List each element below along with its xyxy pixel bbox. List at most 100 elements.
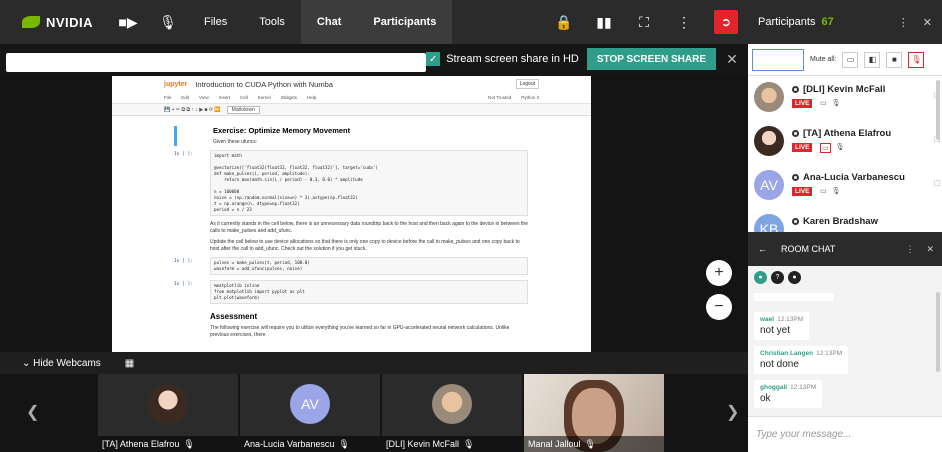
webcam-tile[interactable]: AV Ana-Lucia Varbanescu 🎙 <box>240 374 380 452</box>
participant-search-input[interactable] <box>752 48 804 71</box>
whiteboard-toggle-icon[interactable]: ◧ <box>864 51 881 68</box>
chevron-right-icon[interactable]: ❯ <box>726 402 739 422</box>
more-icon[interactable]: □ <box>935 178 940 188</box>
participants-button[interactable]: Participants <box>357 0 453 44</box>
zoom-out-button[interactable]: − <box>706 294 732 320</box>
chevron-left-icon[interactable]: ❮ <box>26 402 39 422</box>
participant-item[interactable]: [DLI] Kevin McFall LIVE ▭🎙 □ <box>748 76 942 120</box>
tools-button[interactable]: Tools <box>243 0 301 44</box>
menu-kernel: Kernel <box>257 95 271 100</box>
back-arrow-icon[interactable]: ← <box>758 244 767 254</box>
participant-item[interactable]: AV Ana-Lucia Varbanescu LIVE ▭ 🎙 □ <box>748 164 942 208</box>
close-share-bar-icon[interactable]: ✕ <box>716 51 748 68</box>
participants-title: Participants <box>758 16 816 28</box>
chat-messages: wael 12:13PM not yet Christian Langen 12:1… <box>748 288 942 420</box>
mic-mute-all-icon[interactable]: 🎙 <box>908 51 925 68</box>
logout-button: Logout <box>515 79 539 89</box>
webcam-name: Ana-Lucia Varbanescu 🎙 <box>240 436 380 452</box>
cell-prompt: In [ ]: <box>174 152 193 157</box>
leave-icon[interactable]: ➲ <box>714 10 738 34</box>
screen-share-icon[interactable]: ▭ <box>820 187 827 195</box>
webcam-tile[interactable]: [DLI] Kevin McFall 🎙 <box>382 374 522 452</box>
camera-icon[interactable]: ■▶ <box>108 0 148 44</box>
shared-notebook-page: jupyter Introduction to CUDA Python with… <box>112 76 591 352</box>
assessment-heading: Assessment <box>210 312 258 321</box>
mic-icon[interactable]: 🎙 <box>832 99 841 107</box>
zoom-in-button[interactable]: + <box>706 260 732 286</box>
hide-webcams-toggle[interactable]: ⌄ Hide Webcams <box>22 358 101 369</box>
participant-scrollbar[interactable] <box>936 80 940 140</box>
settings-icon[interactable]: ● <box>788 270 801 284</box>
menu-view: View <box>199 95 209 100</box>
stats-icon[interactable]: ▮▮ <box>584 0 624 44</box>
mic-muted-icon: 🎙 <box>463 438 475 449</box>
message-author: Christian Langen 12:13PM <box>760 350 843 357</box>
emoji-icon[interactable]: ● <box>754 270 767 284</box>
cell-prompt: In [ ]: <box>174 282 193 287</box>
jupyter-toolbar: 💾 + ✂ ⧉ ⧉ ↑ ↓ ▶ ■ ⟳ ⏩ Markdown <box>112 104 591 116</box>
participant-name: [TA] Athena Elafrou <box>792 128 891 139</box>
chat-message-input[interactable]: Type your message... <box>748 416 942 452</box>
mic-icon[interactable]: 🎙 <box>832 187 841 195</box>
participants-panel: Participants 67 ⋮ ✕ Mute all: ▭ ◧ ■ 🎙 [D… <box>748 0 942 452</box>
participant-name: Karen Bradshaw <box>792 216 878 227</box>
mic-icon[interactable]: 🎙 <box>836 143 845 153</box>
screen-share-bar: YOU ARE SCREEN SHARING IN HD ✓ Stream sc… <box>0 44 748 74</box>
message-text: not done <box>760 359 799 370</box>
sharing-message: YOU ARE SCREEN SHARING IN HD <box>6 52 427 72</box>
menu-file: File <box>164 95 172 100</box>
mute-all-row: Mute all: ▭ ◧ ■ 🎙 <box>748 44 942 76</box>
webcam-tile-video[interactable]: Manal Jalloul 🎙 <box>524 374 664 452</box>
code-cell: In [ ]: import math @vectorize(['float32… <box>174 150 528 216</box>
help-icon[interactable]: ? <box>771 270 784 284</box>
message-time: 12:13PM <box>816 350 843 357</box>
participant-controls: ▭ 🎙 <box>820 99 841 107</box>
files-button[interactable]: Files <box>188 0 243 44</box>
message-author: ghoggali 12:13PM <box>760 384 817 391</box>
fullscreen-icon[interactable]: ⛶ <box>624 0 664 44</box>
screen-share-icon[interactable]: ▭ <box>820 99 827 107</box>
close-icon[interactable]: ✕ <box>926 244 934 255</box>
participant-name: [DLI] Kevin McFall <box>792 84 885 95</box>
status-dot-icon <box>792 129 799 137</box>
mic-muted-icon[interactable]: 🎙 <box>148 0 188 44</box>
chat-scrollbar[interactable] <box>936 292 940 372</box>
hd-checkbox[interactable]: ✓ <box>426 52 441 66</box>
mic-muted-icon: 🎙 <box>584 438 596 449</box>
close-icon[interactable]: ✕ <box>923 16 932 29</box>
participant-item[interactable]: KB Karen Bradshaw <box>748 208 942 232</box>
participant-item[interactable]: [TA] Athena Elafrou LIVE ▭🎙 □ <box>748 120 942 164</box>
participants-header: Participants 67 ⋮ ✕ <box>748 0 942 44</box>
lock-icon[interactable]: 🔒 <box>544 0 584 44</box>
webcam-name: [TA] Athena Elafrou 🎙 <box>98 436 238 452</box>
mute-all-label: Mute all: <box>810 56 837 63</box>
paragraph: The following exercise will require you … <box>210 325 510 338</box>
mic-muted-icon: 🎙 <box>183 438 195 449</box>
menu-edit: Edit <box>181 95 190 100</box>
grid-view-icon[interactable]: ▦ <box>125 358 134 369</box>
nvidia-eye-icon <box>22 16 40 28</box>
chat-button[interactable]: Chat <box>300 0 358 44</box>
markdown-cell: Exercise: Optimize Memory Movement Given… <box>174 126 528 146</box>
message-text: not yet <box>760 325 791 336</box>
status-dot-icon <box>792 173 799 181</box>
webcam-tile[interactable]: [TA] Athena Elafrou 🎙 <box>98 374 238 452</box>
hide-webcams-label: Hide Webcams <box>33 357 101 369</box>
screen-share-toggle-icon[interactable]: ▭ <box>842 51 859 68</box>
more-vertical-icon[interactable]: ⋮ <box>898 16 909 29</box>
screen-share-stage: jupyter Introduction to CUDA Python with… <box>0 74 748 352</box>
live-badge: LIVE <box>792 99 813 108</box>
more-vertical-icon[interactable]: ⋮ <box>905 244 914 255</box>
room-chat: ← ROOM CHAT ⋮ ✕ ● ? ● wael 12:13PM not ye… <box>748 232 942 452</box>
notebook-title: Introduction to CUDA Python with Numba <box>195 79 333 89</box>
exercise-heading: Exercise: Optimize Memory Movement <box>213 126 351 135</box>
kernel-status: Python 3 <box>521 95 539 100</box>
message-time: 12:13PM <box>790 384 817 391</box>
notebook-body: Exercise: Optimize Memory Movement Given… <box>174 118 528 343</box>
stop-screen-share-button[interactable]: STOP SCREEN SHARE <box>586 48 716 70</box>
chat-message: ghoggali 12:13PM ok <box>754 380 823 408</box>
screen-share-icon[interactable]: ▭ <box>820 143 831 153</box>
more-vertical-icon[interactable]: ⋮ <box>664 0 704 44</box>
camera-toggle-icon[interactable]: ■ <box>886 51 903 68</box>
webcam-name: Manal Jalloul 🎙 <box>524 436 664 452</box>
